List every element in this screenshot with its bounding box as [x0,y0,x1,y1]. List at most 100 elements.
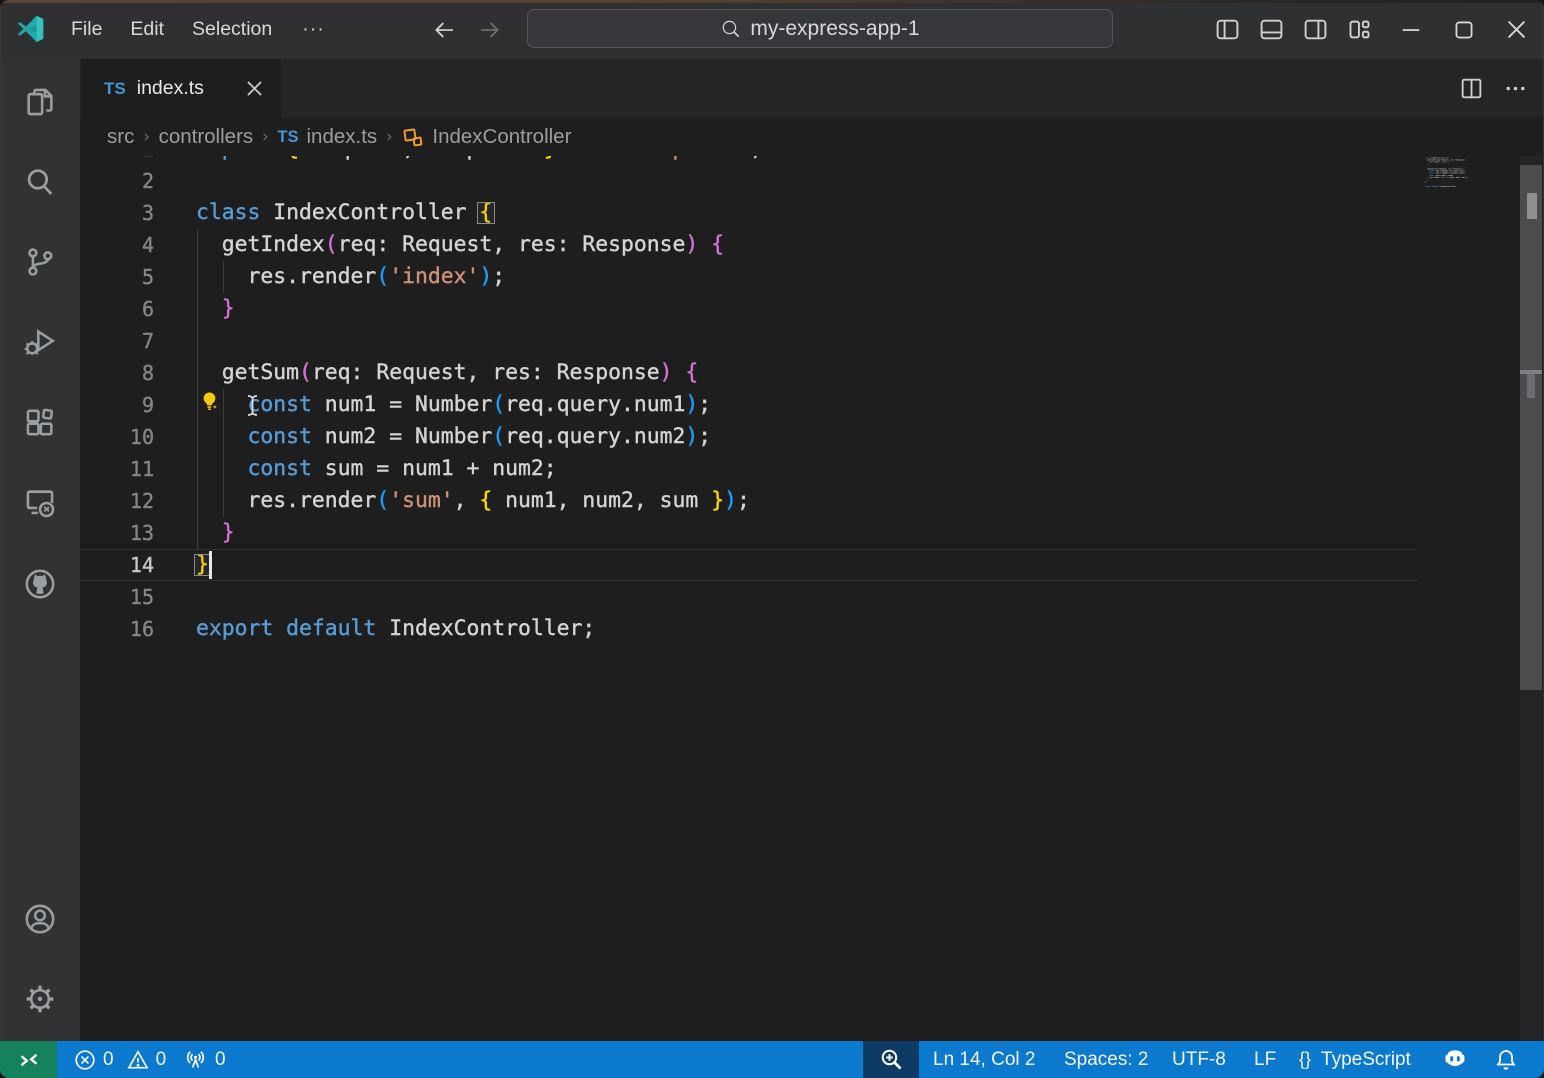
activity-bar-item-source-control[interactable] [23,245,57,279]
command-center[interactable]: my-express-app-1 [527,9,1113,48]
minimap-code-line-14: } [1425,181,1426,183]
editor-scrollbar[interactable] [1520,156,1542,1041]
minimap-code-line-12: res.render('sum', { num1, num2, sum }); [1425,177,1468,179]
ports-indicator[interactable]: 0 [184,1041,226,1078]
vscode-window: File Edit Selection ··· my-express-app-1 [0,0,1544,1078]
lightbulb-sparkle-icon[interactable] [198,390,221,413]
code-line-6: } [196,293,235,325]
activity-bar-item-remote-explorer[interactable] [23,486,57,520]
editor[interactable]: 12345678910111213141516 import { Request… [80,156,1544,1041]
customize-layout-icon[interactable] [1337,8,1381,52]
vscode-logo-icon [16,15,45,44]
code-line-9: const num1 = Number(req.query.num1); [196,389,711,421]
tab-strip: TS index.ts [80,59,1544,118]
ports-count: 0 [215,1049,226,1071]
close-icon[interactable] [1490,0,1543,59]
line-number-14: 14 [80,549,154,581]
activity-bar-item-settings[interactable] [23,982,57,1016]
more-actions-icon[interactable] [1500,74,1530,104]
code-line-16: export default IndexController; [196,613,595,645]
code-line-12: res.render('sum', { num1, num2, sum }); [196,485,750,517]
tab-close-icon[interactable] [241,76,267,102]
files-icon [23,85,57,119]
account-icon [23,902,57,936]
warning-icon [127,1049,149,1071]
tab-label: index.ts [137,77,204,100]
language-mode[interactable]: {} TypeScript [1299,1041,1411,1078]
line-number-16: 16 [80,613,154,645]
activity-bar-item-extensions[interactable] [23,406,57,440]
scrollbar-thumb[interactable] [1520,165,1542,690]
problems-indicator[interactable]: 0 0 [74,1041,166,1078]
minimize-icon[interactable] [1384,0,1437,59]
copilot-status[interactable] [1441,1041,1469,1078]
menu-bar: File Edit Selection ··· [57,0,341,59]
code-line-11: const sum = num1 + num2; [196,453,557,485]
menu-selection[interactable]: Selection [178,12,286,47]
menu-overflow-icon[interactable]: ··· [286,12,340,47]
symbol-class-icon [401,125,425,149]
menu-file[interactable]: File [57,12,116,47]
search-icon [23,165,57,199]
zoom-indicator[interactable] [863,1041,919,1078]
radio-tower-icon [184,1048,207,1071]
split-editor-icon[interactable] [1456,74,1486,104]
debug-icon [23,325,57,359]
menu-edit[interactable]: Edit [116,12,178,47]
code-line-1: import { Request, Response } from 'expre… [196,156,763,165]
cursor-position[interactable]: Ln 14, Col 2 [933,1041,1035,1078]
eol-setting[interactable]: LF [1254,1041,1276,1078]
bell-icon [1494,1048,1518,1072]
activity-bar-item-run-and-debug[interactable] [23,325,57,359]
code-line-8: getSum(req: Request, res: Response) { [196,357,698,389]
arrow-right-icon[interactable] [476,16,504,44]
chevron-right-icon: › [260,127,270,147]
encoding-setting[interactable]: UTF-8 [1172,1041,1226,1078]
line-number-8: 8 [80,357,154,389]
chevron-right-icon: › [141,127,151,147]
code-line-4: getIndex(req: Request, res: Response) { [196,229,724,261]
line-number-7: 7 [80,325,154,357]
error-count: 0 [103,1049,114,1071]
toggle-panel-icon[interactable] [1249,8,1293,52]
code-line-13: } [196,517,235,549]
source-control-icon [23,245,57,279]
indentation-setting[interactable]: Spaces: 2 [1064,1041,1149,1078]
mouse-ibeam-cursor [246,394,259,417]
remote-indicator[interactable] [0,1041,57,1078]
line-number-11: 11 [80,453,154,485]
code-line-5: res.render('index'); [196,261,505,293]
overview-ruler-cursor-mark [1527,374,1535,398]
activity-bar-item-github[interactable] [23,567,57,601]
arrow-left-icon[interactable] [430,16,458,44]
minimap-code-line-6: } [1425,163,1428,165]
breadcrumb-src[interactable]: src [107,125,134,149]
breadcrumbs: src › controllers › TS index.ts › IndexC… [80,118,1544,156]
layout-controls [1205,0,1381,59]
toggle-primary-sidebar-icon[interactable] [1205,8,1249,52]
line-number-6: 6 [80,293,154,325]
editor-actions [1456,59,1530,118]
window-left-border [0,3,2,1041]
line-number-15: 15 [80,581,154,613]
breadcrumb-controllers[interactable]: controllers [159,125,254,149]
remote-explorer-icon [23,486,57,520]
line-number-3: 3 [80,197,154,229]
breadcrumb-symbol[interactable]: IndexController [432,125,571,149]
breadcrumb-file[interactable]: index.ts [306,125,377,149]
activity-bar-item-accounts[interactable] [23,902,57,936]
search-icon [720,18,741,39]
activity-bar-item-search[interactable] [23,165,57,199]
tab-index-ts[interactable]: TS index.ts [81,59,281,118]
text-cursor [209,551,212,579]
activity-bar-item-explorer[interactable] [23,85,57,119]
maximize-icon[interactable] [1437,0,1490,59]
line-number-2: 2 [80,165,154,197]
line-number-13: 13 [80,517,154,549]
minimap-code-line-16: export default IndexController; [1425,185,1456,187]
notifications-bell[interactable] [1494,1041,1518,1078]
code-line-10: const num2 = Number(req.query.num2); [196,421,711,453]
code-line-3: class IndexController { [196,197,492,229]
toggle-secondary-sidebar-icon[interactable] [1293,8,1337,52]
window-top-border [0,0,1544,3]
